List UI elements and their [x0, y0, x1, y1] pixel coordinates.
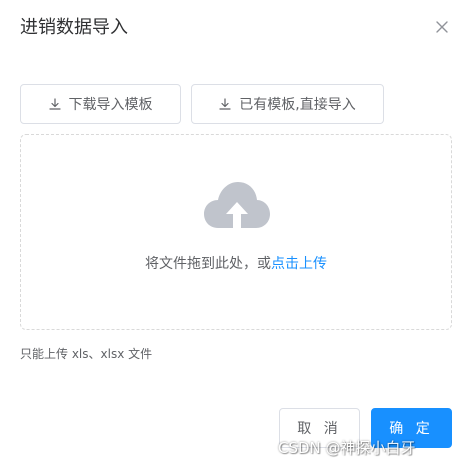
- upload-cloud-icon: [204, 182, 270, 230]
- click-upload-link[interactable]: 点击上传: [271, 256, 327, 272]
- download-template-button[interactable]: 下载导入模板: [20, 84, 181, 124]
- import-with-template-button[interactable]: 已有模板,直接导入: [191, 84, 384, 124]
- dialog-title: 进销数据导入: [20, 17, 128, 38]
- import-with-template-label: 已有模板,直接导入: [239, 97, 356, 113]
- upload-drop-zone[interactable]: [20, 134, 452, 330]
- import-dialog: 进销数据导入 下载导入模板 已有模板,直接导入 将文件拖到此处，或点击上传 只能…: [0, 0, 465, 467]
- download-template-label: 下载导入模板: [68, 97, 153, 113]
- close-icon[interactable]: [433, 18, 451, 36]
- download-icon: [48, 98, 61, 110]
- download-icon: [219, 98, 231, 110]
- upload-tip: 只能上传 xls、xlsx 文件: [20, 347, 153, 361]
- drag-text: 将文件拖到此处，或: [145, 256, 271, 272]
- confirm-button[interactable]: 确 定: [371, 408, 452, 448]
- drop-instruction: 将文件拖到此处，或点击上传: [0, 254, 465, 274]
- cancel-button[interactable]: 取 消: [279, 408, 360, 448]
